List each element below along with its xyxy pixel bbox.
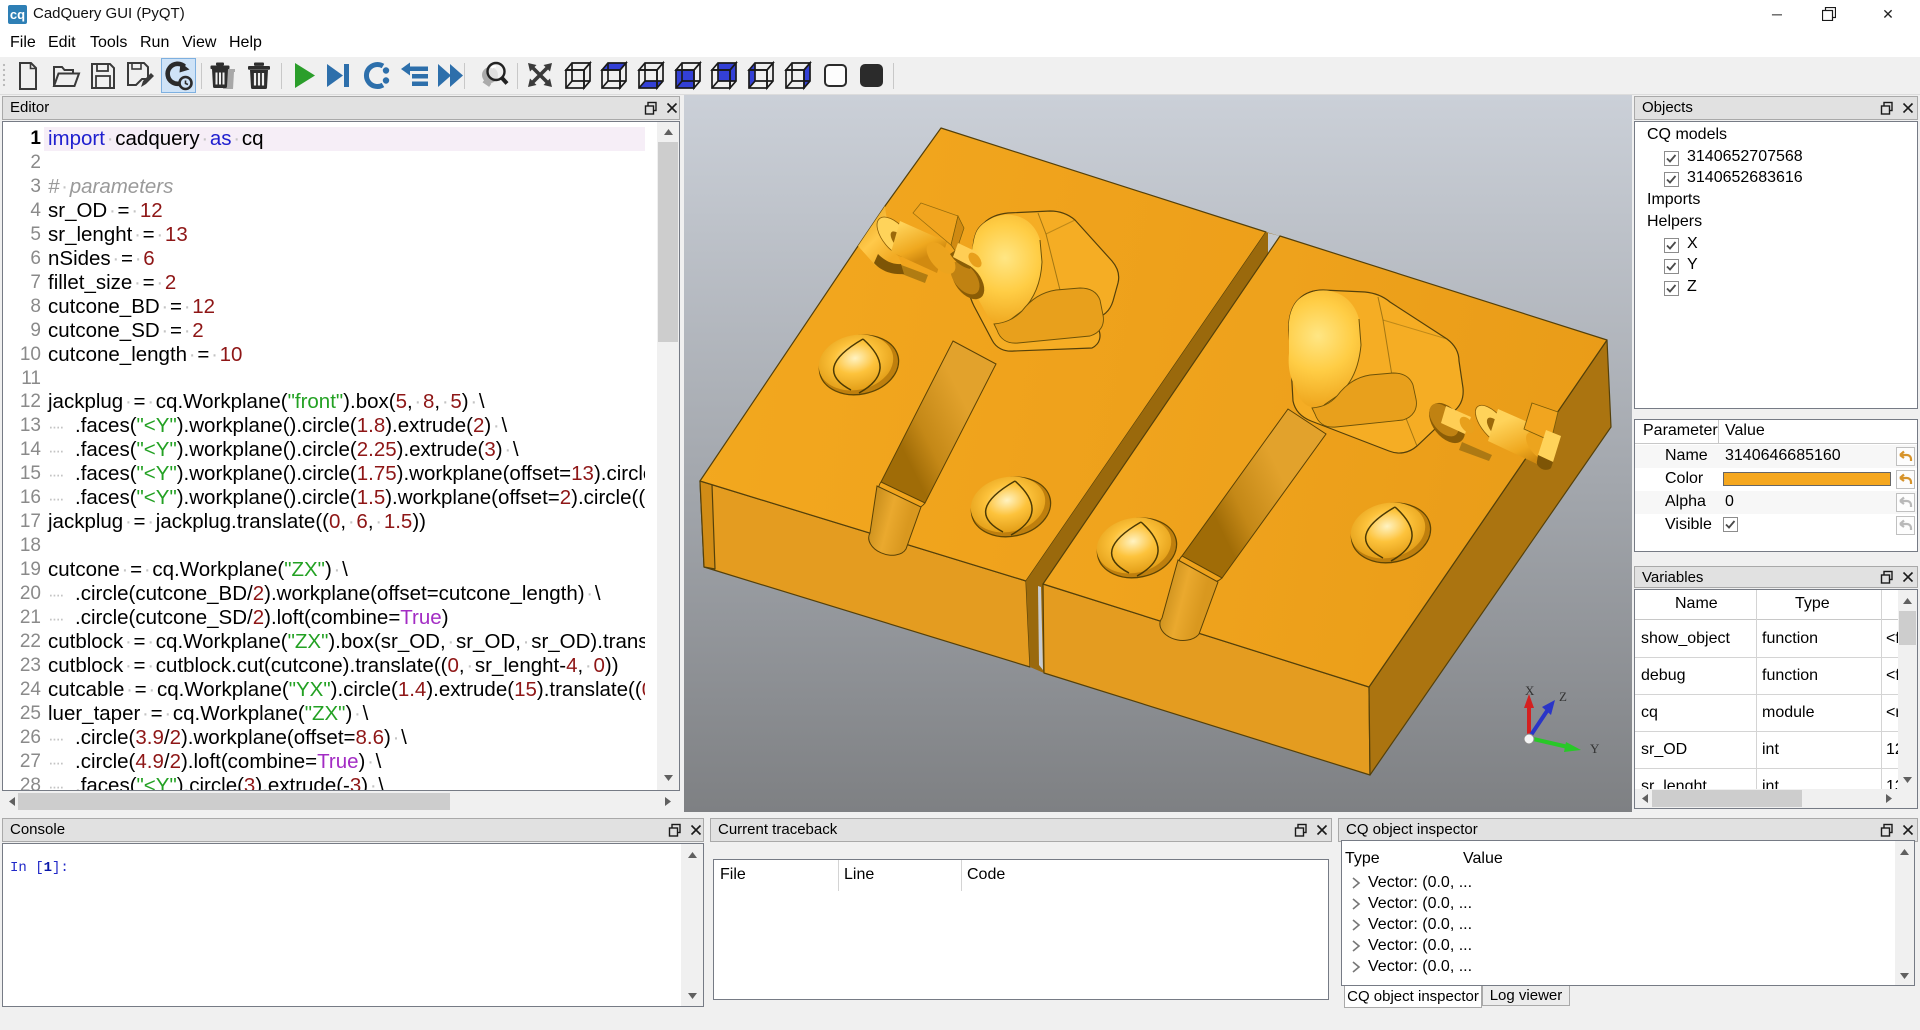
svg-text:X: X: [1525, 683, 1535, 698]
svg-text:Y: Y: [1590, 741, 1600, 756]
svg-text:Z: Z: [1559, 689, 1567, 704]
